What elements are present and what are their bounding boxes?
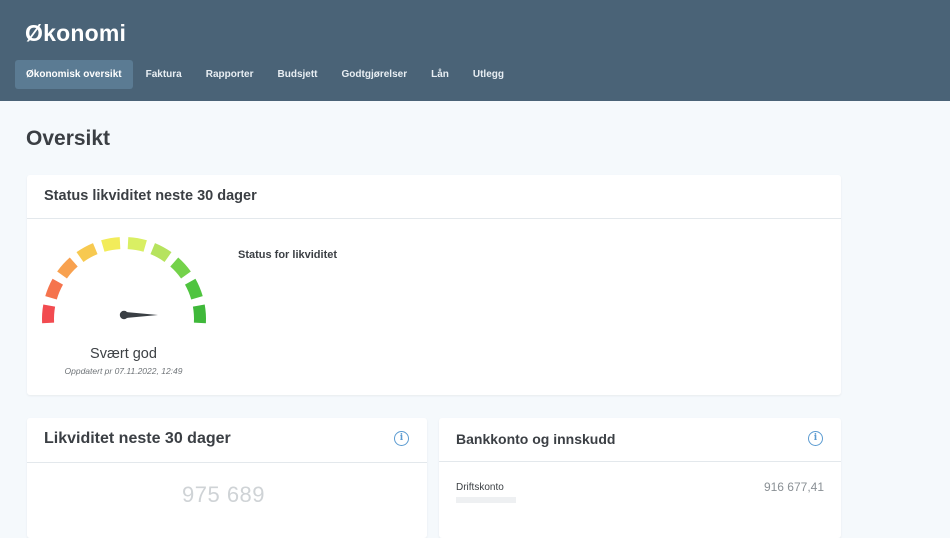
card-header: Bankkonto og innskudd i bbox=[439, 418, 841, 462]
account-number-placeholder bbox=[456, 497, 516, 503]
gauge-needle-hub bbox=[119, 310, 129, 320]
gauge-segment bbox=[76, 243, 98, 263]
gauge-needle bbox=[124, 311, 158, 319]
gauge-segment bbox=[150, 243, 172, 263]
card-title: Likviditet neste 30 dager bbox=[44, 430, 231, 447]
account-amount: 916 677,41 bbox=[763, 480, 824, 494]
info-icon[interactable]: i bbox=[394, 431, 409, 446]
main-nav: Økonomisk oversikt Faktura Rapporter Bud… bbox=[15, 60, 517, 89]
nav-item-faktura[interactable]: Faktura bbox=[135, 60, 193, 89]
gauge-segment bbox=[127, 237, 147, 252]
nav-item-utlegg[interactable]: Utlegg bbox=[462, 60, 515, 89]
card-title: Bankkonto og innskudd bbox=[456, 431, 616, 447]
gauge-segment bbox=[57, 257, 78, 279]
page-title: Oversikt bbox=[26, 127, 111, 150]
nav-item-budsjett[interactable]: Budsjett bbox=[267, 60, 329, 89]
info-icon[interactable]: i bbox=[808, 431, 823, 446]
gauge-segment bbox=[192, 304, 207, 324]
gauge-segment bbox=[45, 278, 64, 300]
account-name: Driftskonto bbox=[456, 482, 504, 493]
liquidity-value: 975 689 bbox=[182, 482, 266, 507]
gauge-segment bbox=[184, 278, 203, 300]
app-title: Økonomi bbox=[25, 20, 127, 46]
status-subtitle: Status for likviditet bbox=[238, 249, 338, 261]
gauge-status-label: Svært god bbox=[90, 346, 157, 362]
card-title: Status likviditet neste 30 dager bbox=[44, 188, 257, 204]
liquidity-gauge bbox=[41, 237, 207, 324]
card-header: Likviditet neste 30 dager i bbox=[27, 418, 427, 463]
bank-accounts-card: Bankkonto og innskudd i Driftskonto 916 … bbox=[439, 418, 841, 538]
nav-item-lan[interactable]: Lån bbox=[420, 60, 460, 89]
app-header: Økonomi Økonomisk oversikt Faktura Rappo… bbox=[0, 0, 950, 101]
nav-item-okonomisk-oversikt[interactable]: Økonomisk oversikt bbox=[15, 60, 133, 89]
gauge-segment bbox=[170, 257, 191, 279]
gauge-segment bbox=[101, 237, 121, 252]
liquidity-30-days-card: Likviditet neste 30 dager i 975 689 bbox=[27, 418, 427, 538]
list-item[interactable]: Driftskonto 916 677,41 bbox=[456, 478, 824, 503]
nav-item-godtgjorelser[interactable]: Godtgjørelser bbox=[331, 60, 419, 89]
updated-timestamp: Oppdatert pr 07.11.2022, 12:49 bbox=[64, 366, 183, 376]
card-header: Status likviditet neste 30 dager bbox=[27, 175, 841, 219]
liquidity-status-card: Status likviditet neste 30 dager Svært g… bbox=[27, 175, 841, 395]
nav-item-rapporter[interactable]: Rapporter bbox=[195, 60, 265, 89]
gauge-segment bbox=[41, 304, 56, 324]
